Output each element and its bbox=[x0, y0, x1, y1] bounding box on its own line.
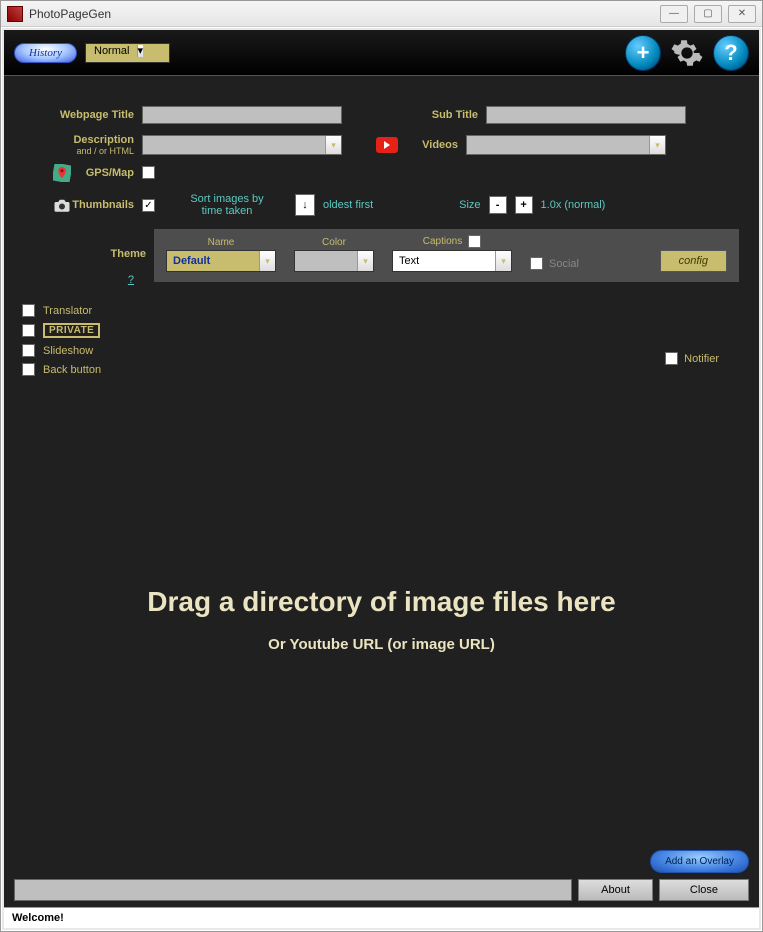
theme-captions-select[interactable]: Text ▾ bbox=[392, 250, 512, 272]
window-title: PhotoPageGen bbox=[29, 7, 111, 21]
drop-main-text: Drag a directory of image files here bbox=[147, 586, 615, 618]
slideshow-checkbox[interactable] bbox=[22, 344, 35, 357]
status-bar: Welcome! bbox=[4, 907, 759, 928]
options-area: Translator PRIVATE Slideshow Back button… bbox=[4, 292, 759, 394]
titlebar: PhotoPageGen — ▢ ✕ bbox=[1, 1, 762, 27]
theme-captions-header: Captions bbox=[423, 236, 462, 247]
mode-select[interactable]: Normal ▾ bbox=[85, 43, 170, 63]
add-overlay-button[interactable]: Add an Overlay bbox=[650, 850, 749, 873]
close-window-button[interactable]: ✕ bbox=[728, 5, 756, 23]
add-icon[interactable]: + bbox=[625, 35, 661, 71]
size-label: Size bbox=[459, 199, 480, 211]
captions-checkbox[interactable] bbox=[468, 235, 481, 248]
webpage-title-input[interactable] bbox=[142, 106, 342, 124]
gpsmap-checkbox[interactable] bbox=[142, 166, 155, 179]
subtitle-input[interactable] bbox=[486, 106, 686, 124]
theme-captions-value: Text bbox=[393, 255, 425, 267]
videos-label: Videos bbox=[406, 139, 458, 151]
path-input[interactable] bbox=[14, 879, 572, 901]
camera-icon[interactable] bbox=[52, 195, 72, 215]
drop-zone[interactable]: Drag a directory of image files here Or … bbox=[4, 394, 759, 844]
social-checkbox[interactable] bbox=[530, 257, 543, 270]
size-minus-button[interactable]: - bbox=[489, 196, 507, 214]
history-button[interactable]: History bbox=[14, 43, 77, 63]
private-checkbox[interactable] bbox=[22, 324, 35, 337]
theme-color-header: Color bbox=[294, 237, 374, 248]
drop-sub-text: Or Youtube URL (or image URL) bbox=[268, 636, 495, 653]
chevron-down-icon: ▾ bbox=[325, 136, 341, 154]
subtitle-label: Sub Title bbox=[408, 109, 478, 121]
gpsmap-label: GPS/Map bbox=[24, 167, 134, 179]
app-icon bbox=[7, 6, 23, 22]
minimize-button[interactable]: — bbox=[660, 5, 688, 23]
size-value: 1.0x (normal) bbox=[541, 199, 606, 211]
theme-name-value: Default bbox=[167, 255, 216, 267]
maximize-button[interactable]: ▢ bbox=[694, 5, 722, 23]
notifier-label: Notifier bbox=[684, 353, 719, 365]
webpage-title-label: Webpage Title bbox=[24, 109, 134, 121]
back-checkbox[interactable] bbox=[22, 363, 35, 376]
description-label: Description bbox=[24, 134, 134, 146]
theme-name-select[interactable]: Default ▾ bbox=[166, 250, 276, 272]
settings-icon[interactable] bbox=[669, 35, 705, 71]
thumbnails-checkbox[interactable]: ✓ bbox=[142, 199, 155, 212]
translator-checkbox[interactable] bbox=[22, 304, 35, 317]
theme-name-header: Name bbox=[166, 237, 276, 248]
theme-panel: Name Default ▾ Color ▾ bbox=[154, 229, 739, 282]
back-label: Back button bbox=[43, 364, 101, 376]
chevron-down-icon: ▾ bbox=[649, 136, 665, 154]
theme-help-link[interactable]: ? bbox=[128, 274, 134, 286]
form-area: Webpage Title Sub Title Description and … bbox=[4, 76, 759, 292]
theme-label: Theme bbox=[111, 248, 146, 260]
slideshow-label: Slideshow bbox=[43, 345, 93, 357]
chevron-down-icon: ▾ bbox=[495, 251, 511, 271]
thumbnails-label: Thumbnails bbox=[24, 199, 134, 211]
theme-color-select[interactable]: ▾ bbox=[294, 250, 374, 272]
youtube-icon bbox=[376, 137, 398, 153]
about-button[interactable]: About bbox=[578, 879, 653, 901]
size-plus-button[interactable]: + bbox=[515, 196, 533, 214]
sort-label: Sort images by time taken bbox=[187, 193, 267, 217]
private-badge: PRIVATE bbox=[43, 323, 100, 338]
config-button[interactable]: config bbox=[660, 250, 727, 272]
sort-direction-button[interactable]: ↓ bbox=[295, 194, 315, 216]
chevron-down-icon: ▾ bbox=[259, 251, 275, 271]
close-button[interactable]: Close bbox=[659, 879, 749, 901]
chevron-down-icon: ▾ bbox=[357, 251, 373, 271]
translator-label: Translator bbox=[43, 305, 92, 317]
social-label: Social bbox=[549, 258, 579, 270]
notifier-checkbox[interactable] bbox=[665, 352, 678, 365]
description-select[interactable]: ▾ bbox=[142, 135, 342, 155]
help-icon[interactable]: ? bbox=[713, 35, 749, 71]
maps-icon[interactable] bbox=[52, 163, 72, 183]
bottom-bar: Add an Overlay About Close bbox=[4, 844, 759, 907]
sort-order-text: oldest first bbox=[323, 199, 373, 211]
videos-select[interactable]: ▾ bbox=[466, 135, 666, 155]
top-toolbar: History Normal ▾ + ? bbox=[4, 30, 759, 76]
description-sublabel: and / or HTML bbox=[24, 146, 134, 156]
mode-value: Normal bbox=[90, 45, 133, 57]
